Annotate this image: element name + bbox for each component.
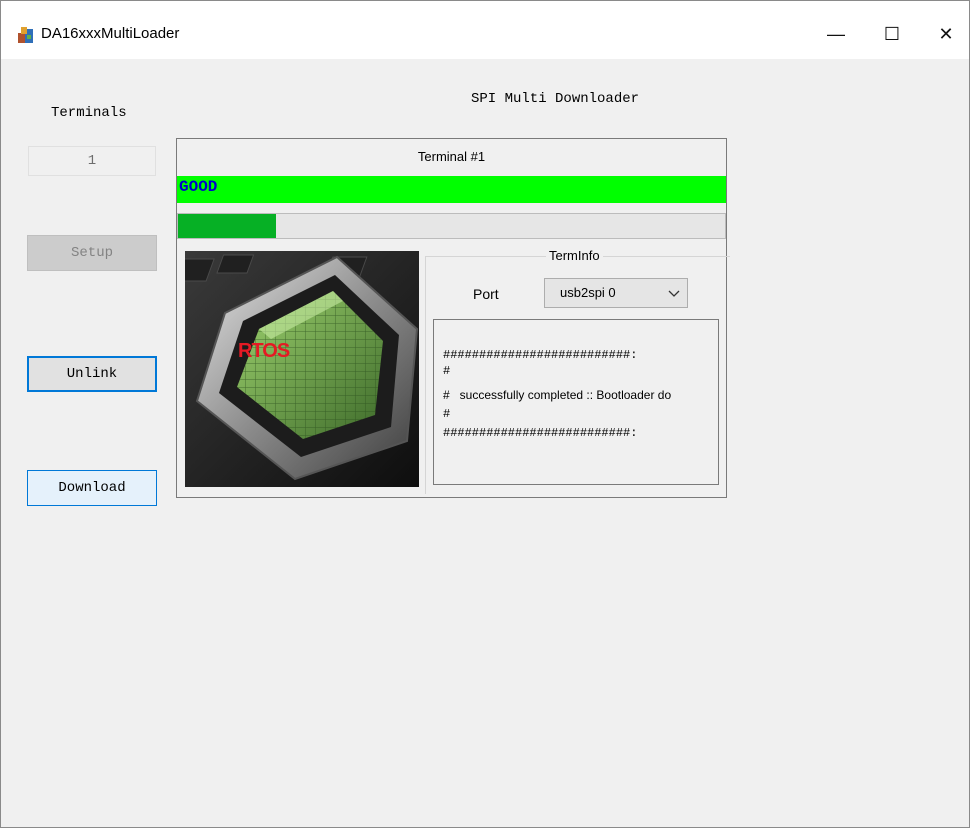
window-title: DA16xxxMultiLoader	[41, 25, 180, 42]
terminals-label: Terminals	[51, 105, 127, 121]
close-button[interactable]: ✕	[923, 17, 969, 51]
status-bar: GOOD	[177, 176, 726, 203]
port-select-value: usb2spi 0	[560, 285, 616, 300]
chip-image: RTOS	[185, 251, 419, 487]
status-text: GOOD	[179, 178, 218, 196]
port-label: Port	[473, 286, 499, 302]
log-line: # successfully completed :: Bootloader d…	[443, 388, 672, 402]
unlink-button[interactable]: Unlink	[27, 356, 157, 392]
maximize-button[interactable]: ☐	[869, 17, 915, 51]
log-line: #	[443, 364, 451, 378]
app-icon	[18, 27, 33, 43]
log-line: #	[443, 407, 451, 421]
terminfo-label: TermInfo	[546, 248, 603, 263]
terminfo-group: TermInfo Port usb2spi 0 ################…	[425, 248, 730, 494]
port-select[interactable]: usb2spi 0	[544, 278, 688, 308]
progress-bar	[177, 213, 726, 239]
chevron-down-icon	[668, 290, 680, 297]
log-line: ##########################:	[443, 426, 638, 440]
setup-button[interactable]: Setup	[27, 235, 157, 271]
title-bar[interactable]: DA16xxxMultiLoader — ☐ ✕	[1, 1, 969, 59]
chip-graphic	[185, 251, 419, 487]
progress-fill	[178, 214, 276, 238]
rtos-label: RTOS	[238, 340, 290, 362]
page-title: SPI Multi Downloader	[471, 91, 640, 107]
terminals-count-field[interactable]: 1	[28, 146, 156, 176]
app-window: DA16xxxMultiLoader — ☐ ✕ Terminals 1 Set…	[0, 0, 970, 828]
minimize-button[interactable]: —	[813, 17, 859, 51]
terminal-title: Terminal #1	[417, 149, 486, 164]
download-button[interactable]: Download	[27, 470, 157, 506]
terminal-panel: Terminal #1 GOOD RTOS TermInfo Port usb2…	[176, 138, 730, 498]
log-line: ##########################:	[443, 348, 638, 362]
log-output[interactable]: ##########################: # # successf…	[433, 319, 719, 485]
